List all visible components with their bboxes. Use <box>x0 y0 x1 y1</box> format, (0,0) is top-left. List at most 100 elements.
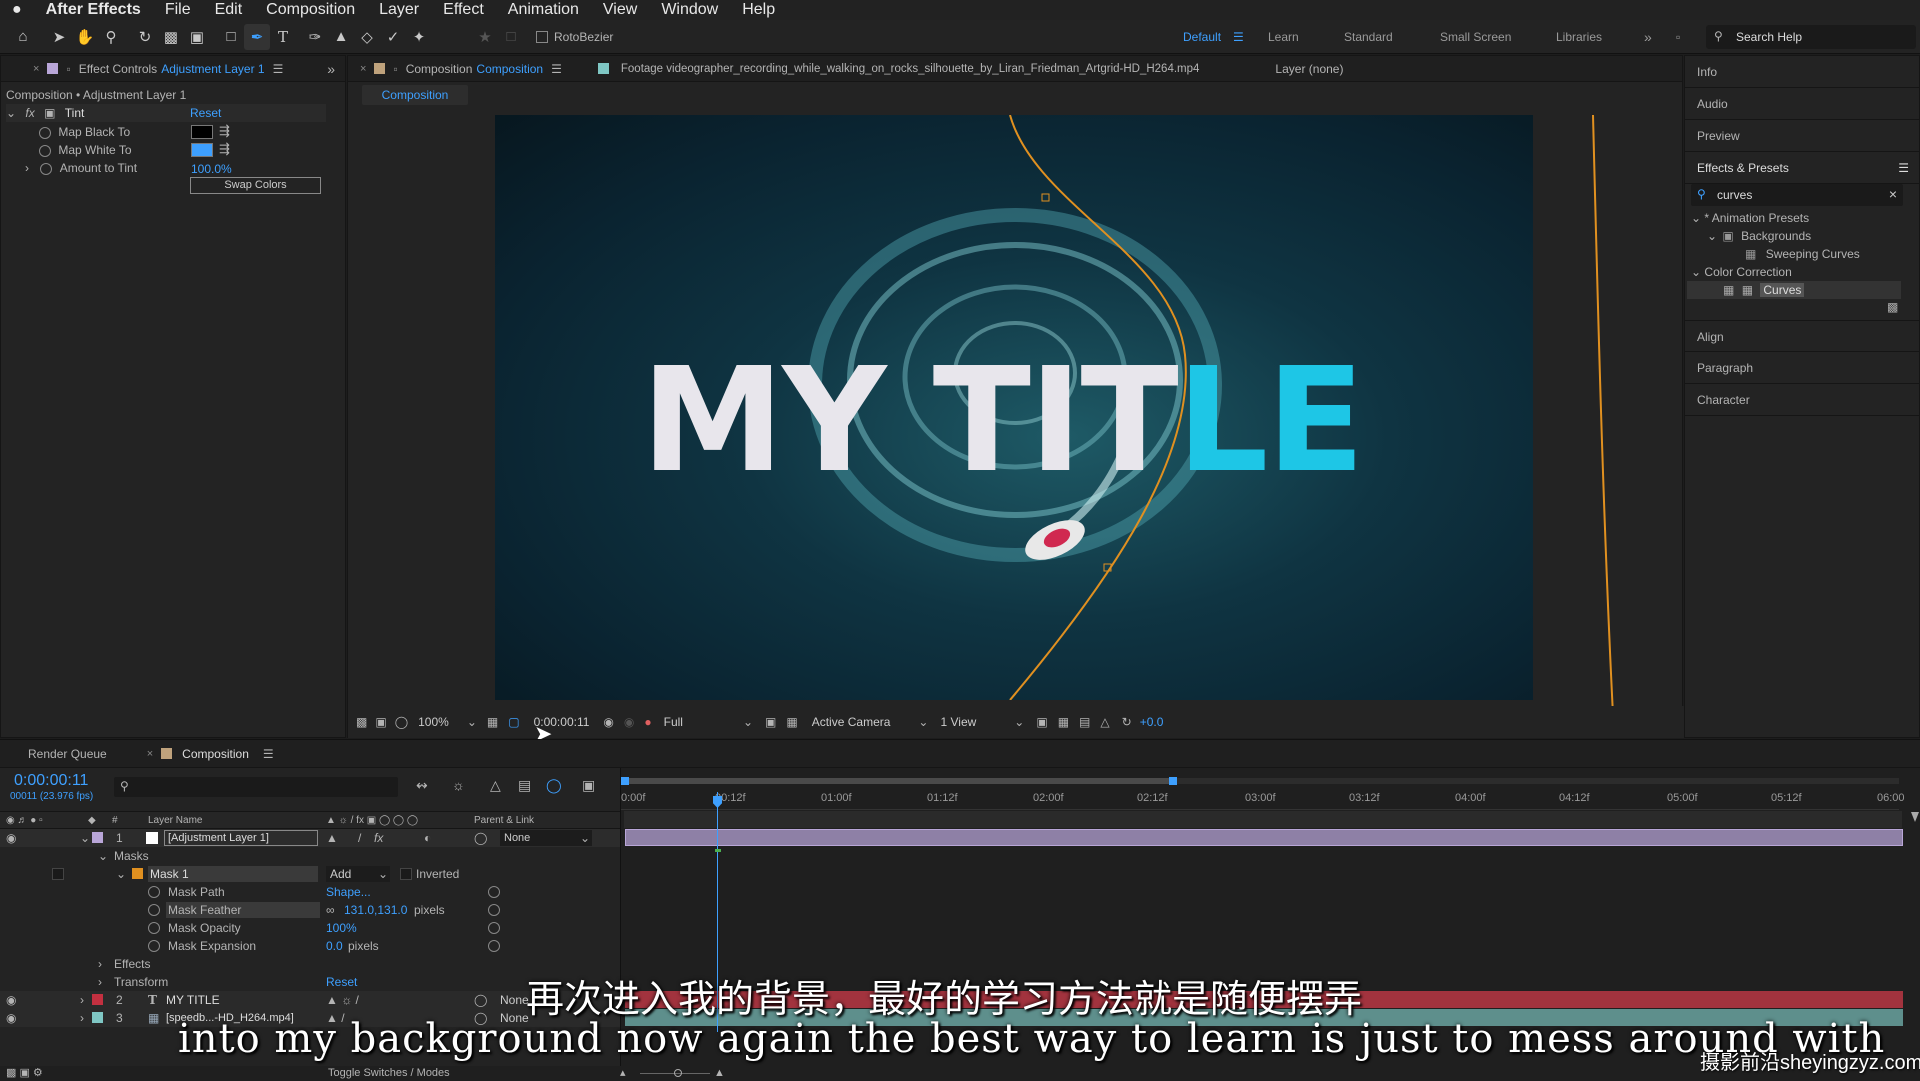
menu-app[interactable]: After Effects <box>34 1 153 19</box>
eraser-tool-icon[interactable]: ◇ <box>354 24 380 50</box>
tree-animation-presets[interactable]: ⌄ * Animation Presets <box>1691 209 1809 227</box>
preview-panel[interactable]: Preview <box>1685 120 1919 152</box>
reset-exposure-icon[interactable]: ↻ <box>1122 715 1132 729</box>
layer-row-1[interactable]: ◉ ⌄ 1 [Adjustment Layer 1] ▲ / fx ◐ ◯ No… <box>0 829 620 847</box>
transparency-grid-icon[interactable]: ▦ <box>786 715 797 729</box>
mask-feather-row[interactable]: Mask Feather ∞ 131.0,131.0 pixels <box>0 901 620 919</box>
mask-path-row[interactable]: Mask Path Shape... <box>0 883 620 901</box>
menu-edit[interactable]: Edit <box>203 1 255 19</box>
panel-menu-icon[interactable]: ☰ <box>1898 152 1909 184</box>
pickwhip-icon[interactable]: ◯ <box>474 829 487 847</box>
keyframe-marker[interactable] <box>715 849 721 852</box>
eye-icon[interactable]: ◉ <box>6 829 16 847</box>
shy-icon[interactable]: △ <box>490 777 501 794</box>
eye-icon[interactable]: ◉ <box>6 991 16 1009</box>
work-area-start-handle[interactable] <box>621 777 629 785</box>
transform-reset-link[interactable]: Reset <box>326 973 357 991</box>
rotate-tool-icon[interactable]: ↻ <box>132 24 158 50</box>
timeline-comp-tab[interactable]: Composition <box>182 747 249 761</box>
tree-curves[interactable]: ▦ ▦ Curves <box>1687 281 1901 299</box>
menu-effect[interactable]: Effect <box>431 1 496 19</box>
pickwhip-icon[interactable]: ◯ <box>474 991 487 1009</box>
link-icon[interactable]: ∞ <box>326 901 335 919</box>
chevron-down-icon[interactable]: ⌄ <box>467 715 477 729</box>
comp-tab-title[interactable]: Composition <box>406 62 473 76</box>
stopwatch-icon[interactable] <box>39 144 51 157</box>
time-ruler[interactable]: 0:00f 00:12f 01:00f 01:12f 02:00f 02:12f… <box>621 792 1905 810</box>
selection-tool-icon[interactable]: ➤ <box>46 24 72 50</box>
mask-1-row[interactable]: ⌄ Mask 1 Add ⌄ Inverted <box>0 865 620 883</box>
mask-opacity-value[interactable]: 100% <box>326 919 357 937</box>
adjustment-switch-icon[interactable]: ◐ <box>424 829 431 847</box>
expression-pickwhip-icon[interactable] <box>488 904 500 916</box>
layer-label-color[interactable] <box>92 832 103 843</box>
stopwatch-icon[interactable] <box>39 126 51 139</box>
effects-search-box[interactable]: ⚲ curves × <box>1691 184 1903 206</box>
eyedropper-icon[interactable]: ⇶ <box>219 123 230 139</box>
timeline-search[interactable]: ⚲ <box>114 777 398 797</box>
roto-brush-tool-icon[interactable]: ✓ <box>380 24 406 50</box>
stopwatch-icon[interactable] <box>40 162 53 175</box>
zoom-select[interactable]: 100% <box>418 715 449 729</box>
parent-select[interactable]: None <box>500 991 529 1009</box>
mask-expansion-row[interactable]: Mask Expansion 0.0 pixels <box>0 937 620 955</box>
footage-tab[interactable]: Footage videographer_recording_while_wal… <box>621 63 1200 75</box>
twirl-closed-icon[interactable]: › <box>80 1009 84 1027</box>
layer-tab[interactable]: Layer (none) <box>1275 62 1343 76</box>
pen-tool-icon[interactable]: ✒ <box>244 23 270 50</box>
home-icon[interactable]: ⌂ <box>10 24 36 50</box>
mask-path-value[interactable]: Shape... <box>326 883 371 901</box>
inverted-checkbox[interactable] <box>400 868 412 880</box>
menu-window[interactable]: Window <box>649 1 730 19</box>
menu-view[interactable]: View <box>591 1 649 19</box>
panel-menu-icon[interactable]: ☰ <box>273 62 284 76</box>
puppet-tool-icon[interactable]: ✦ <box>406 24 432 50</box>
footer-icons[interactable]: ▩ ▣ ⚙ <box>6 1066 43 1081</box>
align-panel[interactable]: Align <box>1685 320 1920 352</box>
zoom-out-icon[interactable]: ▴ <box>620 1066 626 1081</box>
grid-icon[interactable]: ▦ <box>487 715 498 729</box>
channel-icon[interactable]: ● <box>644 715 651 729</box>
eye-icon[interactable]: ◉ <box>6 1009 16 1027</box>
twirl-closed-icon[interactable]: › <box>80 991 84 1009</box>
chevron-down-icon[interactable]: ⌄ <box>743 715 753 729</box>
render-queue-tab[interactable]: Render Queue <box>28 747 107 761</box>
effect-controls-tab[interactable]: × ▫ Effect Controls Adjustment Layer 1 ☰… <box>1 56 345 82</box>
toggle-pixel-icon[interactable]: ▣ <box>1036 715 1047 729</box>
search-help-box[interactable]: ⚲ Search Help <box>1706 25 1916 49</box>
clear-search-icon[interactable]: × <box>1889 186 1897 202</box>
workspace-learn[interactable]: Learn <box>1268 20 1299 54</box>
search-help-toggle-icon[interactable]: ▫ <box>1676 20 1680 54</box>
menu-layer[interactable]: Layer <box>367 1 431 19</box>
stopwatch-icon[interactable] <box>148 922 160 934</box>
mask-expansion-value[interactable]: 0.0 <box>326 937 343 955</box>
effects-search-input[interactable]: curves <box>1717 188 1752 202</box>
fx-icon[interactable]: fx <box>25 106 34 120</box>
mask-lock-box[interactable] <box>52 868 64 880</box>
comp-frame[interactable]: MY TITLE <box>495 115 1533 700</box>
close-icon[interactable]: × <box>360 63 366 75</box>
comp-mini-flowchart-icon[interactable]: ↭ <box>416 777 428 794</box>
twirl-open-icon[interactable]: ⌄ <box>1707 229 1717 243</box>
twirl-closed-icon[interactable]: › <box>98 973 102 991</box>
layer-label-color[interactable] <box>92 1012 103 1023</box>
workspace-menu-icon[interactable]: ☰ <box>1233 20 1244 54</box>
audio-panel[interactable]: Audio <box>1685 88 1919 120</box>
menu-animation[interactable]: Animation <box>496 1 591 19</box>
type-tool-icon[interactable]: T <box>270 24 296 50</box>
quality-switch-icon[interactable]: / <box>358 829 361 847</box>
menu-file[interactable]: File <box>153 1 203 19</box>
tree-backgrounds[interactable]: ⌄ ▣ Backgrounds <box>1707 227 1811 245</box>
end-marker-icon[interactable] <box>1911 812 1919 822</box>
mask-visibility-icon[interactable]: ▢ <box>508 715 519 729</box>
twirl-open-icon[interactable]: ⌄ <box>1691 211 1701 225</box>
effects-presets-header[interactable]: Effects & Presets ☰ <box>1685 152 1919 184</box>
twirl-closed-icon[interactable]: › <box>98 955 102 973</box>
masks-group-row[interactable]: ⌄ Masks <box>0 847 620 865</box>
parent-header[interactable]: Parent & Link <box>474 812 534 830</box>
layer-name[interactable]: MY TITLE <box>166 991 220 1009</box>
graph-editor-icon[interactable]: ▣ <box>582 777 595 794</box>
layer-name[interactable]: [Adjustment Layer 1] <box>164 830 318 846</box>
toggle-switches-modes[interactable]: Toggle Switches / Modes <box>328 1066 450 1081</box>
tree-sweeping-curves[interactable]: ▦ Sweeping Curves <box>1745 245 1860 263</box>
